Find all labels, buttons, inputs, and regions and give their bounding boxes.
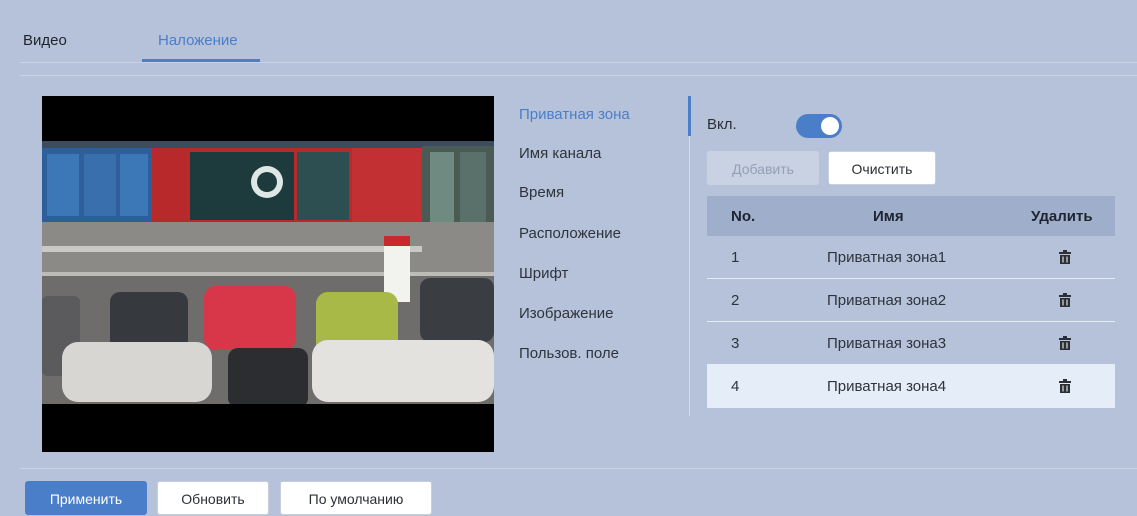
video-preview[interactable] [42,96,494,452]
toggle-knob [821,117,839,135]
tab-overlay[interactable]: Наложение [158,32,238,49]
menu-item-channel-name[interactable]: Имя канала [506,135,688,173]
divider [20,62,1137,63]
clear-button[interactable]: Очистить [828,151,936,185]
trash-icon[interactable] [1059,336,1071,350]
row-name: Приватная зона1 [827,248,947,266]
overlay-menu: Приватная зона Имя канала Время Располож… [506,96,690,416]
menu-item-font[interactable]: Шрифт [506,255,688,293]
add-button[interactable]: Добавить [707,151,819,185]
menu-item-image[interactable]: Изображение [506,295,688,333]
top-tab-bar: Видео Наложение [0,0,1137,62]
table-row[interactable]: 1 Приватная зона1 [707,236,1115,279]
menu-item-custom-field[interactable]: Пользов. поле [506,335,688,373]
row-number: 4 [731,377,740,395]
menu-item-time[interactable]: Время [506,174,688,212]
privacy-zone-table: No. Имя Удалить 1 Приватная зона1 2 Прив… [707,196,1115,408]
enabled-toggle[interactable] [796,114,842,138]
default-button[interactable]: По умолчанию [280,481,432,515]
refresh-button[interactable]: Обновить [157,481,269,515]
row-number: 2 [731,291,740,309]
row-name: Приватная зона2 [827,291,947,309]
tab-video[interactable]: Видео [23,32,67,49]
trash-icon[interactable] [1059,250,1071,264]
row-name: Приватная зона3 [827,334,947,352]
column-header-no: No. [731,207,756,225]
table-row[interactable]: 2 Приватная зона2 [707,279,1115,322]
row-number: 1 [731,248,740,266]
row-number: 3 [731,334,740,352]
row-name: Приватная зона4 [827,377,947,395]
menu-item-location[interactable]: Расположение [506,215,688,253]
trash-icon[interactable] [1059,293,1071,307]
column-header-delete: Удалить [1031,207,1093,225]
table-header: No. Имя Удалить [707,196,1115,236]
table-row[interactable]: 3 Приватная зона3 [707,322,1115,365]
enabled-label: Вкл. [707,116,737,133]
table-row-selected[interactable]: 4 Приватная зона4 [707,365,1115,408]
menu-item-privacy-zone[interactable]: Приватная зона [506,96,688,134]
apply-button[interactable]: Применить [25,481,147,515]
trash-icon[interactable] [1059,379,1071,393]
menu-rail [689,96,690,416]
menu-active-indicator [688,96,691,136]
camera-snapshot [42,96,494,452]
column-header-name: Имя [873,207,904,225]
